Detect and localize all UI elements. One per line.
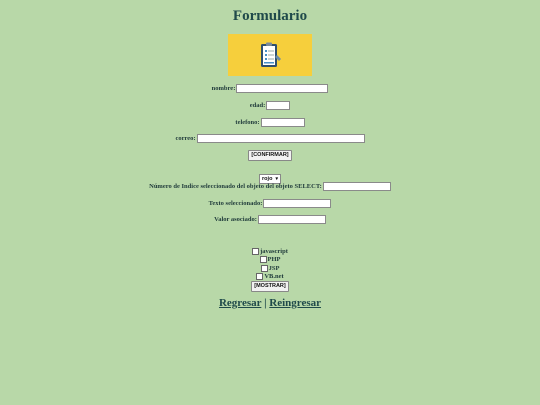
checkbox-php[interactable] [259, 256, 267, 263]
show-button[interactable]: [MOSTRAR] [251, 281, 289, 292]
footer-links: Regresar | Reingresar [0, 297, 540, 309]
checkbox-label-php: PHP [267, 256, 281, 263]
texto-row: Texto seleccionado: [0, 199, 540, 208]
checkbox-jsp[interactable] [260, 265, 268, 272]
regresar-link[interactable]: Regresar [219, 297, 261, 309]
texto-input[interactable] [263, 199, 332, 208]
telefono-label: telefono: [235, 119, 260, 126]
indice-row: Número de Indice seleccionado del objeto… [0, 182, 540, 191]
edad-label: edad: [249, 102, 266, 109]
header-banner [228, 34, 312, 76]
checkbox-label-vbnet: VB.net [264, 273, 284, 280]
indice-label: Número de Indice seleccionado del objeto… [149, 183, 322, 190]
checkbox-row-javascript: javascript [0, 248, 540, 255]
checkbox-row-jsp: JSP [0, 265, 540, 272]
checkbox-label-javascript: javascript [260, 248, 288, 255]
telefono-row: telefono: [0, 118, 540, 127]
correo-label: correo: [175, 135, 196, 142]
checkbox-javascript[interactable] [252, 248, 260, 255]
reingresar-link[interactable]: Reingresar [269, 297, 321, 309]
valor-row: Valor asociado: [0, 215, 540, 224]
confirm-button[interactable]: [CONFIRMAR] [248, 150, 292, 161]
link-separator: | [264, 297, 267, 309]
checkbox-label-jsp: JSP [268, 265, 280, 272]
indice-input[interactable] [322, 182, 391, 191]
correo-input[interactable] [196, 134, 365, 143]
valor-input[interactable] [257, 215, 326, 224]
texto-label: Texto seleccionado: [208, 200, 263, 207]
edad-row: edad: [0, 101, 540, 110]
correo-row: correo: [0, 134, 540, 143]
nombre-row: nombre: [0, 84, 540, 93]
nombre-input[interactable] [236, 84, 329, 93]
telefono-input[interactable] [260, 118, 305, 127]
valor-label: Valor asociado: [214, 216, 257, 223]
checkbox-row-php: PHP [0, 256, 540, 263]
show-row: [MOSTRAR] [0, 281, 540, 292]
confirm-row: [CONFIRMAR] [0, 150, 540, 161]
nombre-label: nombre: [211, 85, 236, 92]
checkbox-vbnet[interactable] [256, 273, 264, 280]
checkbox-row-vbnet: VB.net [0, 273, 540, 280]
edad-input[interactable] [266, 101, 291, 110]
page-title: Formulario [232, 8, 308, 24]
clipboard-checklist-icon [261, 42, 281, 67]
